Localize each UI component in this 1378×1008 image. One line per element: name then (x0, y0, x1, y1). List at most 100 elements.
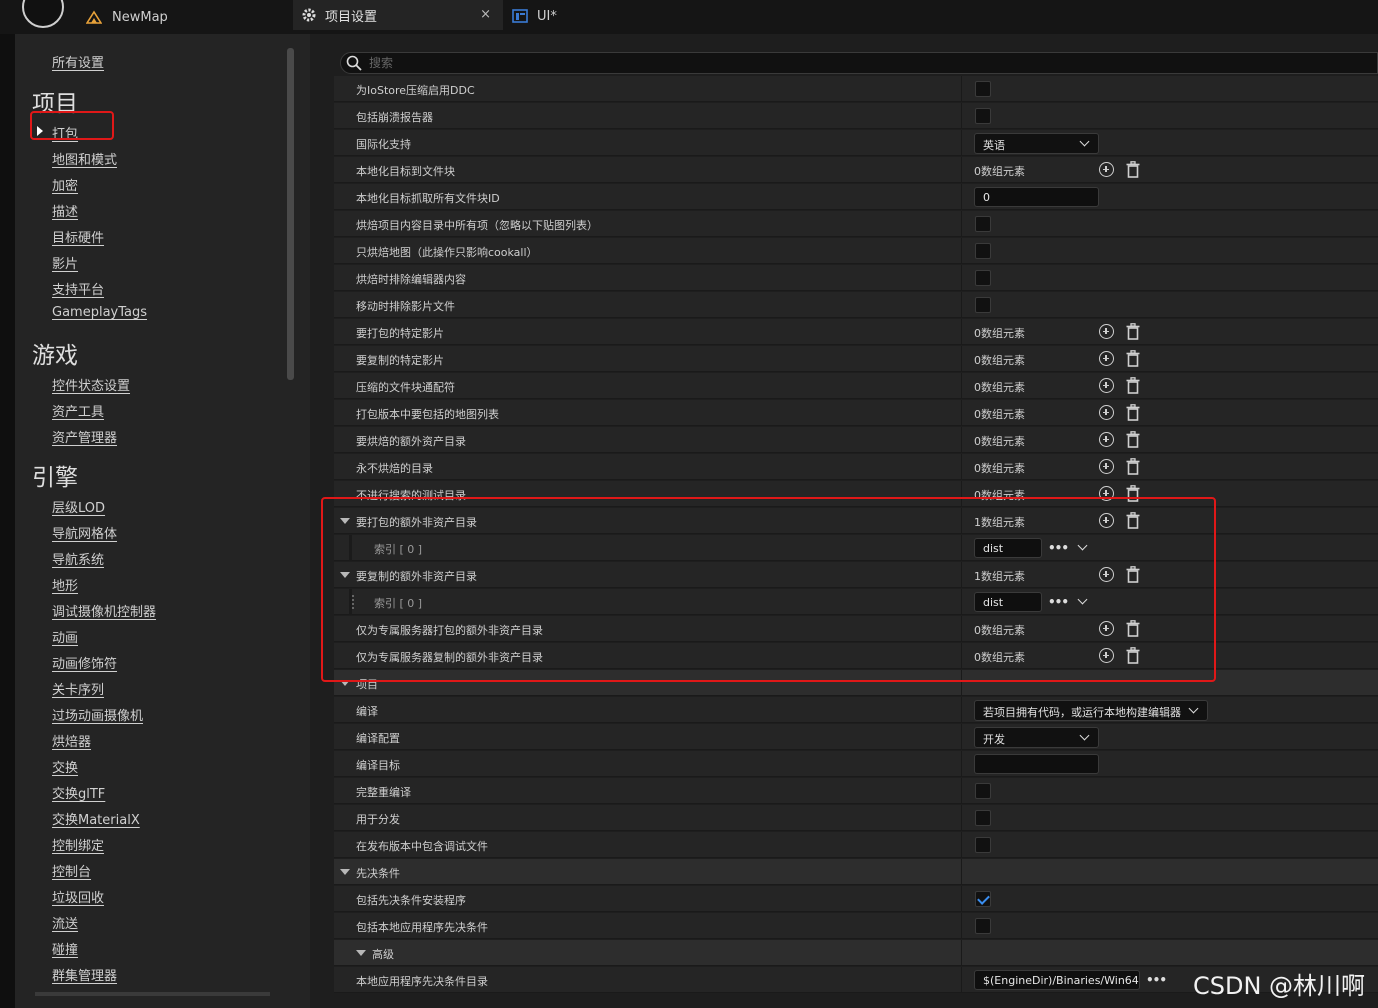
sidebar-item[interactable]: 地图和模式 (52, 149, 117, 168)
add-element-icon[interactable] (1099, 324, 1114, 339)
sidebar-item[interactable]: 资产工具 (52, 401, 104, 420)
sidebar-item[interactable]: 烘焙器 (52, 731, 91, 750)
setting-name: 编译 (356, 705, 378, 718)
tab-project-settings[interactable]: 项目设置 × (293, 0, 503, 30)
setting-name: 包括先决条件安装程序 (356, 894, 466, 907)
collapse-arrow-icon[interactable] (340, 869, 350, 875)
sidebar-item[interactable]: 过场动画摄像机 (52, 705, 143, 724)
sidebar-scrollbar[interactable] (287, 48, 294, 380)
trash-icon[interactable] (1126, 323, 1140, 340)
sidebar-item[interactable]: 群集管理器 (52, 965, 117, 984)
trash-icon[interactable] (1126, 458, 1140, 475)
setting-checkbox[interactable] (975, 81, 991, 97)
column-divider (961, 238, 962, 264)
add-element-icon[interactable] (1099, 432, 1114, 447)
tab-newmap[interactable]: NewMap (86, 4, 168, 30)
tab-label: NewMap (112, 9, 168, 25)
column-divider (961, 967, 962, 993)
sidebar-item[interactable]: 导航系统 (52, 549, 104, 568)
sidebar-item[interactable]: 垃圾回收 (52, 887, 104, 906)
column-divider (961, 400, 962, 426)
trash-icon[interactable] (1126, 161, 1140, 178)
setting-checkbox[interactable] (975, 810, 991, 826)
setting-name: 本地化目标抓取所有文件块ID (356, 192, 500, 205)
sidebar-item[interactable]: 地形 (52, 575, 78, 594)
close-icon[interactable]: × (480, 7, 491, 22)
setting-checkbox[interactable] (975, 297, 991, 313)
sidebar-item[interactable]: 资产管理器 (52, 427, 117, 446)
sidebar-item[interactable]: 描述 (52, 201, 78, 220)
trash-icon[interactable] (1126, 350, 1140, 367)
sidebar-item[interactable]: 控制台 (52, 861, 91, 880)
sidebar-item-all-settings[interactable]: 所有设置 (52, 52, 104, 71)
trash-icon[interactable] (1126, 377, 1140, 394)
setting-checkbox[interactable] (975, 108, 991, 124)
highlight-box (321, 497, 1216, 682)
sidebar-item[interactable]: 碰撞 (52, 939, 78, 958)
add-element-icon[interactable] (1099, 351, 1114, 366)
sidebar-item[interactable]: 控件状态设置 (52, 375, 130, 394)
sidebar-item[interactable]: 流送 (52, 913, 78, 932)
setting-dropdown[interactable]: 若项目拥有代码，或运行本地构建编辑器 (974, 700, 1208, 721)
sidebar-item[interactable]: 支持平台 (52, 279, 104, 298)
sidebar-item[interactable]: 影片 (52, 253, 78, 272)
sidebar-item[interactable]: 导航网格体 (52, 523, 117, 542)
column-divider (961, 913, 962, 939)
column-divider (961, 859, 962, 885)
setting-text-input[interactable] (974, 754, 1099, 774)
settings-row: 永不烘焙的目录 0数组元素 (334, 454, 1378, 480)
column-divider (961, 373, 962, 399)
setting-dropdown[interactable]: 开发 (974, 727, 1099, 748)
column-divider (961, 832, 962, 858)
array-count: 0数组元素 (974, 354, 1025, 367)
trash-icon[interactable] (1126, 404, 1140, 421)
add-element-icon[interactable] (1099, 162, 1114, 177)
search-bar[interactable] (340, 52, 1378, 74)
setting-checkbox[interactable] (975, 918, 991, 934)
sidebar-item[interactable]: 控制绑定 (52, 835, 104, 854)
setting-checkbox[interactable] (975, 837, 991, 853)
column-divider (961, 940, 962, 966)
column-divider (961, 292, 962, 318)
unreal-logo-icon[interactable] (22, 0, 64, 28)
sidebar-item[interactable]: 关卡序列 (52, 679, 104, 698)
settings-row: 为IoStore压缩启用DDC (334, 76, 1378, 102)
collapse-arrow-icon[interactable] (356, 950, 366, 956)
setting-checkbox[interactable] (975, 783, 991, 799)
setting-checkbox[interactable] (975, 216, 991, 232)
column-divider (961, 76, 962, 102)
trash-icon[interactable] (1126, 431, 1140, 448)
setting-checkbox[interactable] (975, 270, 991, 286)
setting-dropdown[interactable]: 英语 (974, 133, 1099, 154)
search-input[interactable] (369, 56, 1269, 70)
sidebar-item[interactable]: 加密 (52, 175, 78, 194)
setting-checkbox[interactable] (975, 243, 991, 259)
setting-checkbox[interactable] (975, 891, 991, 907)
add-element-icon[interactable] (1099, 378, 1114, 393)
sidebar-horizontal-scrollbar[interactable] (35, 992, 270, 996)
add-element-icon[interactable] (1099, 459, 1114, 474)
column-divider (961, 346, 962, 372)
more-options-icon[interactable]: ••• (1146, 973, 1167, 987)
add-element-icon[interactable] (1099, 405, 1114, 420)
sidebar-item[interactable]: 交换MaterialX (52, 809, 140, 828)
tab-ui[interactable]: UI* (512, 4, 557, 28)
sidebar-item[interactable]: 动画 (52, 627, 78, 646)
sidebar-item[interactable]: 目标硬件 (52, 227, 104, 246)
sidebar-item[interactable]: 调试摄像机控制器 (52, 601, 156, 620)
setting-name: 本地应用程序先决条件目录 (356, 975, 488, 988)
sidebar-item[interactable]: 交换 (52, 757, 78, 776)
dropdown-value: 英语 (983, 139, 1005, 152)
setting-name: 高级 (372, 948, 394, 961)
sidebar-item[interactable]: GameplayTags (52, 305, 147, 320)
sidebar-item[interactable]: 动画修饰符 (52, 653, 117, 672)
setting-name: 烘焙时排除编辑器内容 (356, 273, 466, 286)
settings-row: 国际化支持 英语 (334, 130, 1378, 156)
sidebar-item[interactable]: 层级LOD (52, 497, 105, 516)
path-input[interactable]: $(EngineDir)/Binaries/Win64 (974, 970, 1140, 990)
sidebar-item[interactable]: 交换glTF (52, 783, 105, 802)
setting-text-input[interactable]: 0 (974, 187, 1099, 207)
column-divider (961, 427, 962, 453)
settings-row: 压缩的文件块通配符 0数组元素 (334, 373, 1378, 399)
settings-row: 包括崩溃报告器 (334, 103, 1378, 129)
